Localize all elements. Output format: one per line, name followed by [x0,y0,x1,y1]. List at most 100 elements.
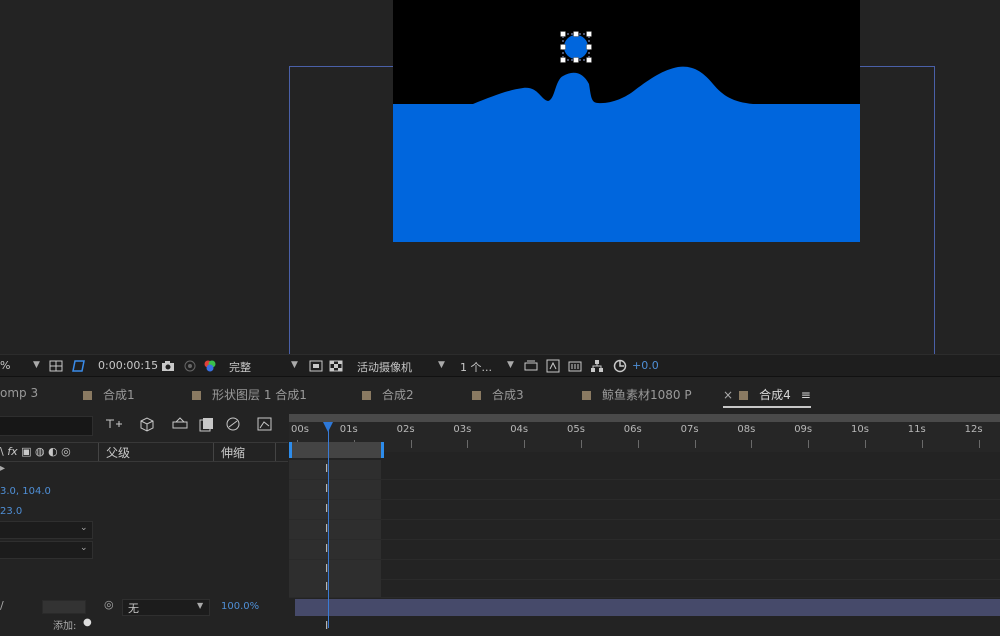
region-of-interest-icon[interactable] [308,358,324,374]
current-time-indicator[interactable] [328,422,329,628]
chevron-down-icon[interactable]: ▼ [507,360,514,370]
layer-switches[interactable] [42,600,86,614]
draft-3d-icon[interactable] [104,416,124,435]
frame-blending-icon[interactable] [171,416,189,435]
ruler-tick-label: 10s [851,424,869,435]
tab-whale-footage[interactable]: 鲸鱼素材1080 P [582,386,692,403]
layer-duration-bar[interactable] [295,599,1000,616]
tab-comp3[interactable]: 合成3 [472,386,524,403]
column-header-row: \ fx ▣ ◍ ◐ ◎ 父级 伸缩 [0,442,288,462]
keyframe-track: I [289,578,1000,598]
position-value[interactable]: 3.0, 104.0 [0,486,51,497]
grid-icon[interactable] [48,358,64,374]
fast-previews-icon[interactable] [545,358,561,374]
keyframe-track: I [289,480,1000,500]
tab-comp2[interactable]: 合成2 [362,386,414,403]
work-area-region[interactable] [289,442,384,458]
rotation-value[interactable]: 23.0 [0,506,22,517]
tab-comp1[interactable]: 合成1 [83,386,135,403]
time-navigator-bar[interactable] [289,414,1000,422]
ruler-tick-mark [694,440,696,448]
wave-shape-layer[interactable] [393,0,860,242]
switch-column-icons[interactable]: \ fx ▣ ◍ ◐ ◎ [0,445,71,458]
exposure-value[interactable]: +0.0 [632,359,659,372]
chevron-down-icon[interactable]: ▼ [291,360,298,370]
keyframe-track: I [289,520,1000,540]
ruler-tick-mark [410,440,412,448]
show-snapshot-icon[interactable] [182,358,198,374]
chevron-down-icon: ⌄ [80,523,88,533]
graph-editor-icon[interactable] [256,416,274,435]
chevron-down-icon[interactable]: ▼ [33,360,40,370]
tab-comp3-partial[interactable]: omp 3 [0,386,38,400]
timeline-panel[interactable]: 00s 01s 02s 03s 04s 05s 06s 07s 08s 09s 10s 11s 12s … [289,408,1000,632]
ruler-tick-mark [751,440,753,448]
panel-menu-icon[interactable]: ≡ [801,388,811,402]
label-color-swatch [582,391,591,400]
ruler-tick-label: 12s [964,424,983,435]
toggle-pixel-aspect-icon[interactable] [523,358,539,374]
ruler-tick-mark [467,440,469,448]
current-time-indicator-head[interactable] [323,422,333,432]
ruler-tick-mark [865,440,866,448]
flowchart-icon[interactable] [589,358,605,374]
camera-icon[interactable] [160,358,176,374]
ruler-tick-label: 03s [453,424,472,435]
keyframe-track: I [289,500,1000,520]
ruler-tick-label: 05s [567,424,585,435]
ruler-tick-mark [808,440,810,448]
mask-visibility-icon[interactable] [70,358,86,374]
time-ruler[interactable]: 00s 01s 02s 03s 04s 05s 06s 07s 08s 09s 10s 11s 12s [289,422,1000,452]
layer-row: ▸ [0,463,288,483]
ruler-tick-label: 08s [737,424,756,435]
ruler-tick-label: 04s [510,424,529,435]
label-color-swatch [192,391,201,400]
tab-shape-layer-comp1[interactable]: 形状图层 1 合成1 [192,386,307,403]
label-color-swatch [739,391,749,400]
reset-exposure-icon[interactable] [612,358,628,374]
ruler-tick-mark [921,440,923,448]
property-dropdown[interactable]: ⌄ [0,521,93,539]
quality-switch-icon[interactable]: / [0,599,4,612]
composition-canvas[interactable] [393,0,860,242]
composition-viewer[interactable] [0,0,1000,366]
layer-switch-row: / ◎ 无 ▼ 100.0% [0,597,288,617]
timeline-icon[interactable] [567,358,583,374]
zoom-dropdown[interactable]: % [0,359,10,372]
ruler-tick-label: 06s [623,424,642,435]
chevron-down-icon: ⌄ [80,543,88,553]
parent-dropdown[interactable]: 无 ▼ [122,599,210,616]
motion-blur-icon[interactable] [198,416,216,435]
brainstorm-icon[interactable] [224,416,242,435]
ruler-tick-label: 07s [680,424,699,435]
stretch-column-header[interactable]: 伸缩 [221,444,245,461]
stretch-value[interactable]: 100.0% [221,601,259,612]
add-menu-icon[interactable]: ● [83,617,92,628]
chevron-down-icon[interactable]: ▼ [438,360,445,370]
ruler-tick-label: 11s [907,424,926,435]
ruler-tick-label: 02s [396,424,415,435]
label-color-swatch [472,391,481,400]
property-dropdown[interactable]: ⌄ [0,541,93,559]
current-time[interactable]: 0:00:00:15 [98,359,158,372]
color-channel-icon[interactable] [202,358,218,374]
resolution-dropdown[interactable]: 完整 [229,359,251,375]
tab-comp4[interactable]: × 合成4 ≡ [723,386,811,408]
transparency-grid-icon[interactable] [328,358,344,374]
composition-tab-bar: omp 3 合成1 形状图层 1 合成1 合成2 合成3 鲸鱼素材1080 P … [0,376,1000,409]
property-row-position: 3.0, 104.0 [0,483,288,503]
label-color-swatch [362,391,371,400]
views-layout-dropdown[interactable]: 1 个... [460,359,492,375]
chevron-down-icon: ▼ [197,601,204,610]
layer-search-input[interactable] [0,416,93,436]
pick-whip-icon[interactable]: ◎ [104,598,114,611]
ruler-tick-mark [637,440,639,448]
property-row-rotation: 23.0 [0,503,288,523]
parent-column-header[interactable]: 父级 [106,444,130,461]
ruler-tick-label: 00s [291,424,309,435]
view-dropdown[interactable]: 活动摄像机 [357,359,412,375]
close-icon[interactable]: × [723,388,733,402]
label-color-swatch [83,391,92,400]
twirl-arrow-icon[interactable]: ▸ [0,463,5,474]
shy-layers-icon[interactable] [138,415,156,436]
